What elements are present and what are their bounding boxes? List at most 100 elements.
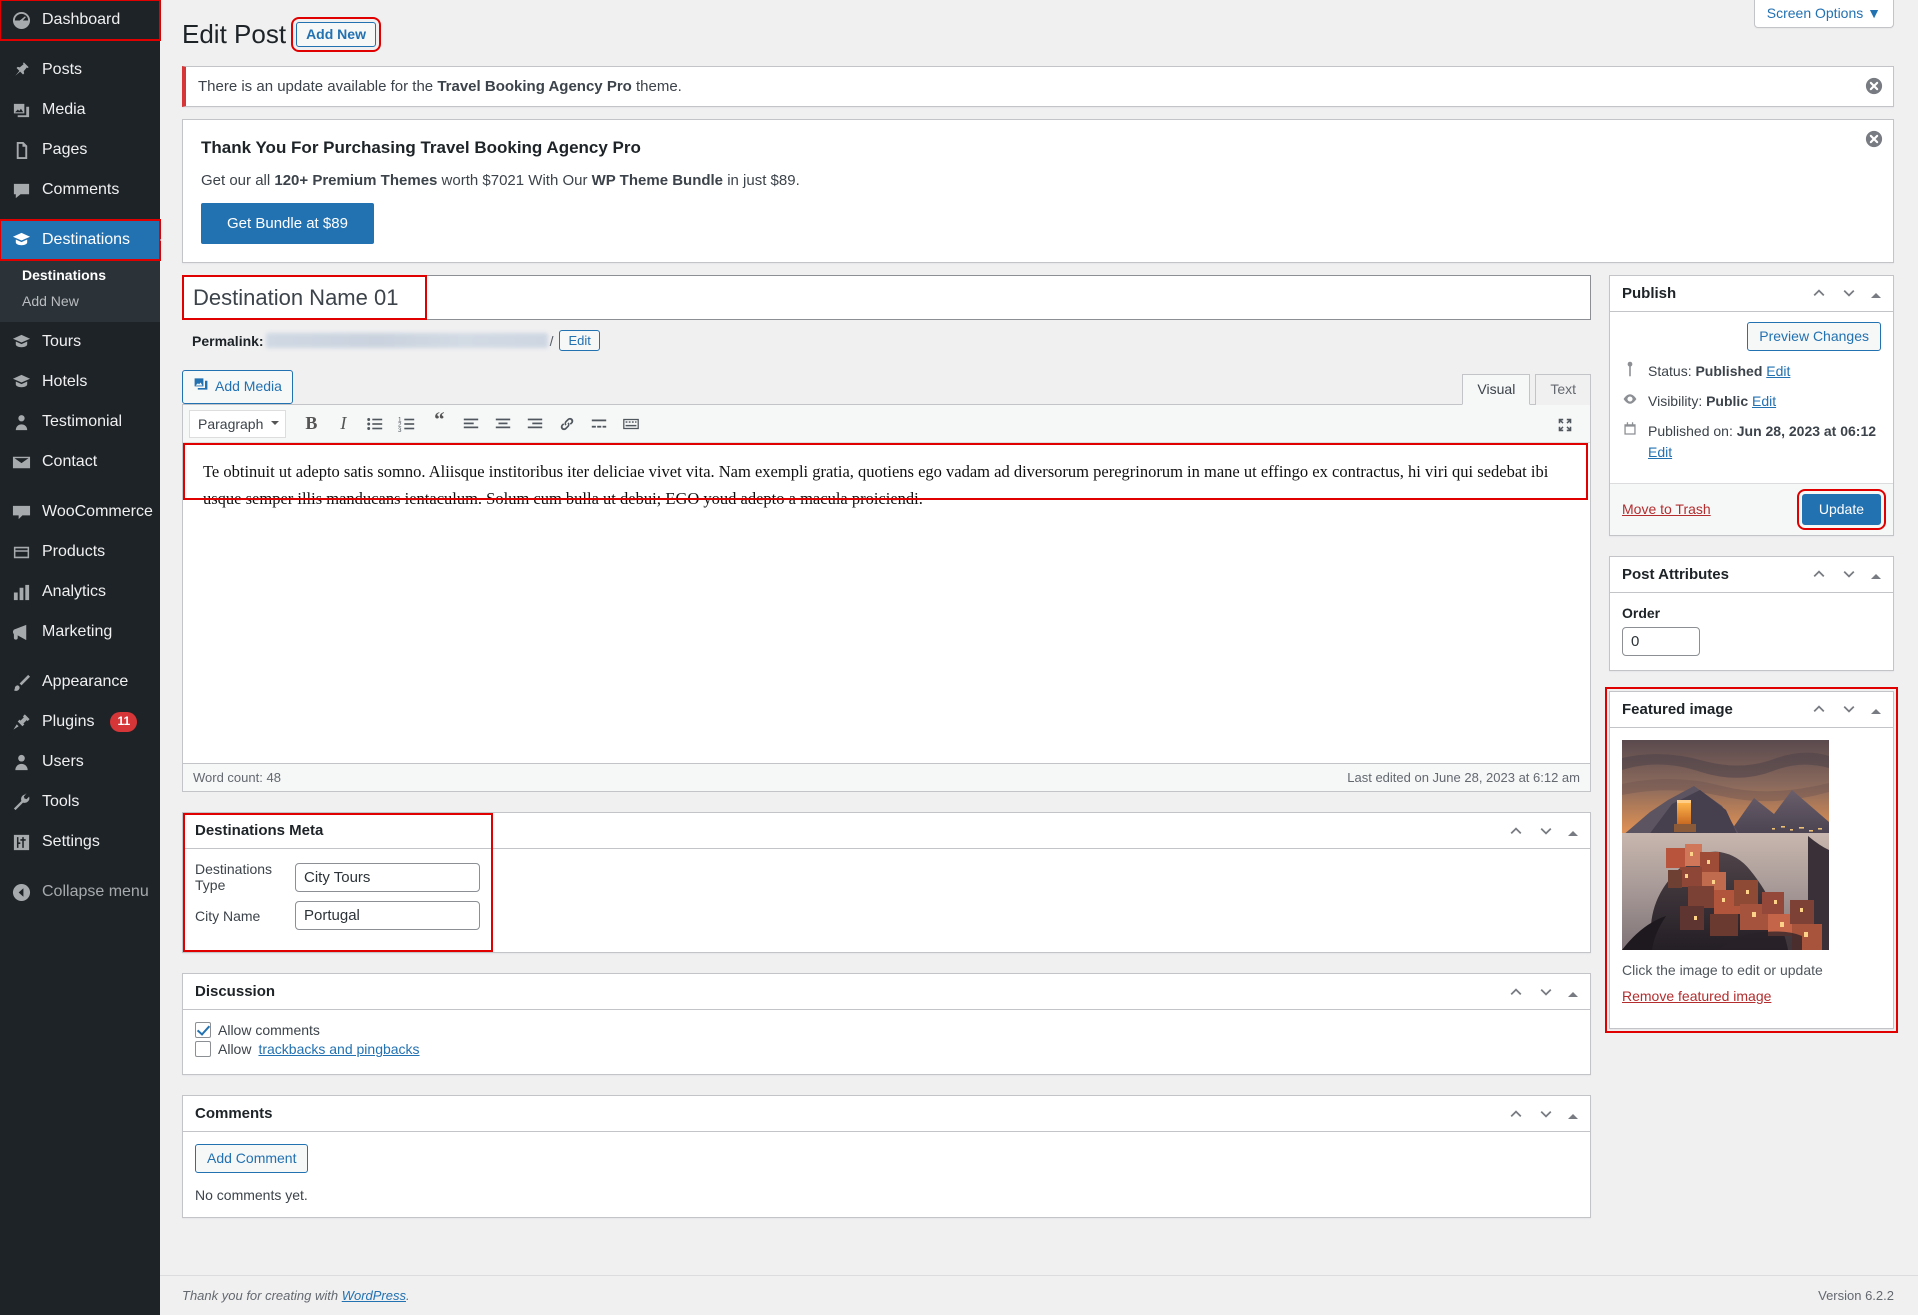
preview-changes-button[interactable]: Preview Changes (1747, 322, 1881, 351)
allow-trackbacks-checkbox[interactable] (195, 1041, 211, 1057)
edit-status-link[interactable]: Edit (1766, 363, 1790, 379)
toggle-panel-icon[interactable] (1871, 288, 1881, 298)
sidebar-item-dashboard[interactable]: Dashboard (0, 0, 160, 40)
move-up-icon[interactable] (1508, 1106, 1524, 1122)
sidebar-item-tools[interactable]: Tools (0, 782, 160, 822)
sidebar-item-woocommerce[interactable]: WooCommerce (0, 492, 160, 532)
edit-visibility-link[interactable]: Edit (1752, 393, 1776, 409)
sidebar-item-marketing[interactable]: Marketing (0, 612, 160, 652)
user-icon (10, 751, 32, 773)
sidebar-item-label: WooCommerce (42, 502, 153, 523)
italic-button[interactable]: I (328, 410, 358, 438)
post-content-text[interactable]: Te obtinuit ut adepto satis somno. Aliis… (195, 453, 1578, 518)
sidebar-item-users[interactable]: Users (0, 742, 160, 782)
sidebar-item-tours[interactable]: Tours (0, 322, 160, 362)
featured-image-thumbnail[interactable] (1622, 740, 1829, 950)
sidebar-item-appearance[interactable]: Appearance (0, 662, 160, 702)
sidebar-item-comments[interactable]: Comments (0, 170, 160, 210)
move-down-icon[interactable] (1841, 285, 1857, 301)
read-more-button[interactable] (584, 410, 614, 438)
add-comment-button[interactable]: Add Comment (195, 1144, 308, 1173)
destinations-meta-title: Destinations Meta (195, 822, 323, 839)
move-up-icon[interactable] (1811, 566, 1827, 582)
update-button[interactable]: Update (1802, 494, 1881, 525)
insert-link-button[interactable] (552, 410, 582, 438)
sidebar-item-destinations[interactable]: Destinations (0, 220, 160, 260)
editor-wrap: Paragraph B I 123 “ (182, 404, 1591, 792)
move-up-icon[interactable] (1508, 823, 1524, 839)
bullet-list-button[interactable] (360, 410, 390, 438)
toggle-panel-icon[interactable] (1871, 569, 1881, 579)
comments-body: Add Comment No comments yet. (183, 1132, 1590, 1217)
toggle-panel-icon[interactable] (1568, 987, 1578, 997)
sidebar-item-label: Appearance (42, 672, 128, 693)
sidebar-item-settings[interactable]: Settings (0, 822, 160, 862)
edit-published-link[interactable]: Edit (1648, 444, 1672, 460)
sidebar-item-pages[interactable]: Pages (0, 130, 160, 170)
sidebar-item-analytics[interactable]: Analytics (0, 572, 160, 612)
tab-visual[interactable]: Visual (1462, 374, 1530, 405)
move-down-icon[interactable] (1841, 701, 1857, 717)
move-down-icon[interactable] (1538, 984, 1554, 1000)
move-down-icon[interactable] (1538, 1106, 1554, 1122)
dismiss-promo-button[interactable] (1865, 130, 1883, 148)
add-media-button[interactable]: Add Media (182, 370, 293, 405)
toggle-panel-icon[interactable] (1871, 704, 1881, 714)
city-name-input[interactable] (295, 901, 480, 930)
trackbacks-link[interactable]: trackbacks and pingbacks (258, 1041, 419, 1057)
sidebar-item-hotels[interactable]: Hotels (0, 362, 160, 402)
submenu-item-destinations[interactable]: Destinations (0, 262, 160, 288)
sidebar-item-label: Contact (42, 452, 97, 473)
blockquote-button[interactable]: “ (424, 410, 454, 438)
sidebar-item-label: Collapse menu (42, 882, 149, 903)
remove-featured-image-link[interactable]: Remove featured image (1622, 988, 1771, 1004)
destinations-type-row: Destinations Type (195, 861, 1578, 893)
move-to-trash-link[interactable]: Move to Trash (1622, 501, 1711, 517)
post-editor-layout: Permalink: / Edit (182, 275, 1894, 1219)
destinations-icon (10, 229, 32, 251)
align-right-button[interactable] (520, 410, 550, 438)
post-title-input[interactable] (182, 275, 1591, 320)
bold-button[interactable]: B (296, 410, 326, 438)
allow-comments-checkbox[interactable] (195, 1022, 211, 1038)
handle-actions (1508, 1106, 1578, 1122)
align-center-button[interactable] (488, 410, 518, 438)
toolbar-toggle-button[interactable] (616, 410, 646, 438)
visibility-value: Public (1706, 393, 1748, 409)
align-left-button[interactable] (456, 410, 486, 438)
dismiss-notice-button[interactable] (1865, 77, 1883, 95)
numbered-list-button[interactable]: 123 (392, 410, 422, 438)
wordpress-link[interactable]: WordPress (342, 1288, 406, 1303)
collapse-menu-button[interactable]: Collapse menu (0, 872, 160, 912)
sidebar-item-media[interactable]: Media (0, 90, 160, 130)
move-down-icon[interactable] (1841, 566, 1857, 582)
handle-actions (1811, 285, 1881, 301)
editor-content-area[interactable]: Te obtinuit ut adepto satis somno. Aliis… (183, 443, 1590, 763)
destinations-type-input[interactable] (295, 863, 480, 892)
sidebar-item-testimonial[interactable]: Testimonial (0, 402, 160, 442)
allow-comments-label: Allow comments (218, 1022, 320, 1038)
fullscreen-button[interactable] (1550, 411, 1580, 439)
sidebar-item-plugins[interactable]: Plugins 11 (0, 702, 160, 742)
sidebar-item-products[interactable]: Products (0, 532, 160, 572)
format-select[interactable]: Paragraph (189, 410, 286, 438)
edit-permalink-button[interactable]: Edit (559, 330, 599, 351)
collapse-icon (10, 881, 32, 903)
move-up-icon[interactable] (1811, 285, 1827, 301)
submenu-item-add-new[interactable]: Add New (0, 288, 160, 314)
visibility-row: Visibility: Public Edit (1622, 391, 1881, 413)
order-input[interactable] (1622, 627, 1700, 656)
move-up-icon[interactable] (1811, 701, 1827, 717)
move-down-icon[interactable] (1538, 823, 1554, 839)
get-bundle-button[interactable]: Get Bundle at $89 (201, 203, 374, 244)
move-up-icon[interactable] (1508, 984, 1524, 1000)
tab-text[interactable]: Text (1535, 374, 1591, 405)
sidebar-item-posts[interactable]: Posts (0, 50, 160, 90)
toggle-panel-icon[interactable] (1568, 1109, 1578, 1119)
sidebar-item-contact[interactable]: Contact (0, 442, 160, 482)
comments-title: Comments (195, 1105, 273, 1122)
toggle-panel-icon[interactable] (1568, 826, 1578, 836)
screen-options-button[interactable]: Screen Options ▼ (1754, 0, 1894, 28)
published-on-row: Published on: Jun 28, 2023 at 06:12Edit (1622, 421, 1881, 463)
add-new-button[interactable]: Add New (296, 22, 376, 47)
